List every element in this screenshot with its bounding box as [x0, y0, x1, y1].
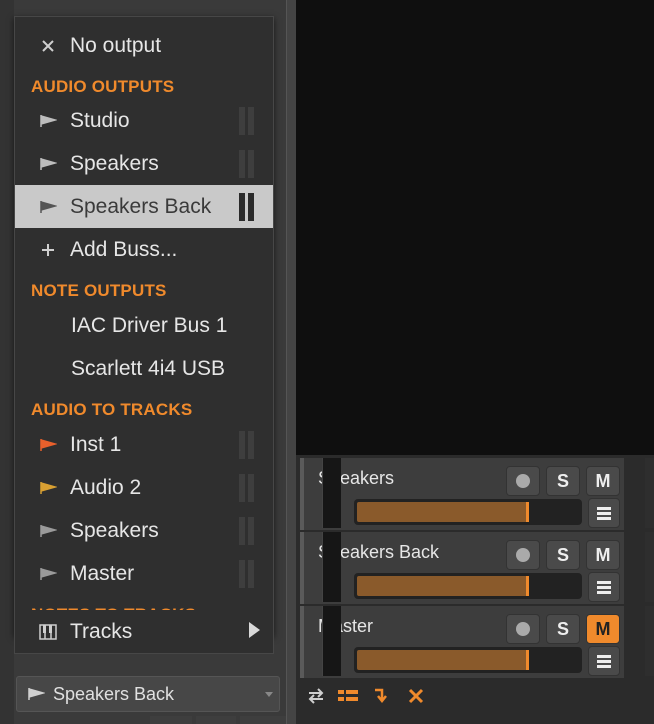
fader-knob[interactable]: [526, 502, 529, 522]
output-selector-value: Speakers Back: [53, 684, 175, 704]
menu-item-iac-driver[interactable]: IAC Driver Bus 1: [15, 304, 273, 347]
plus-icon: [37, 228, 59, 271]
mute-button[interactable]: M: [586, 614, 620, 644]
piano-icon: [37, 610, 59, 653]
clip-launcher-icon[interactable]: [336, 684, 360, 708]
track-level-meter: [322, 532, 341, 602]
solo-button[interactable]: S: [546, 466, 580, 496]
track-level-meter: [322, 458, 341, 528]
menu-item-label: No output: [70, 34, 162, 57]
mute-button[interactable]: M: [586, 540, 620, 570]
menu-item-label: Master: [70, 562, 135, 585]
solo-button[interactable]: S: [546, 614, 580, 644]
output-flag-icon: [37, 185, 59, 228]
fader-knob[interactable]: [526, 650, 529, 670]
track-speakers[interactable]: Speakers S M: [300, 458, 624, 530]
fader-fill: [357, 576, 528, 596]
volume-fader[interactable]: [354, 647, 582, 673]
left-strip: [0, 0, 14, 724]
panel-edge: [645, 606, 654, 676]
level-meter: [239, 474, 255, 502]
menu-item-label: Add Buss...: [70, 238, 178, 261]
menu-item-label: Scarlett 4i4 USB: [71, 357, 226, 380]
menu-item-tracks[interactable]: Tracks: [14, 610, 274, 654]
track-flag-icon: [37, 509, 59, 552]
menu-item-add-buss[interactable]: Add Buss...: [15, 228, 273, 271]
tab[interactable]: [150, 716, 192, 724]
fader-fill: [357, 502, 528, 522]
track-master[interactable]: Master S M: [300, 606, 624, 678]
solo-button[interactable]: S: [546, 540, 580, 570]
close-icon[interactable]: [404, 684, 428, 708]
menu-item-speakers[interactable]: Speakers: [15, 142, 273, 185]
tab[interactable]: [240, 716, 286, 724]
fader-knob[interactable]: [526, 576, 529, 596]
output-selector[interactable]: Speakers Back: [16, 676, 280, 712]
output-routing-menu: No output AUDIO OUTPUTS Studio Speakers …: [14, 16, 274, 636]
chevron-down-icon: [265, 692, 273, 697]
menu-item-label: Inst 1: [70, 433, 122, 456]
menu-item-no-output[interactable]: No output: [15, 24, 273, 67]
menu-item-scarlett[interactable]: Scarlett 4i4 USB: [15, 347, 273, 390]
menu-item-master[interactable]: Master: [15, 552, 273, 595]
menu-item-speakers-track[interactable]: Speakers: [15, 509, 273, 552]
mute-button[interactable]: M: [586, 466, 620, 496]
close-icon: [37, 24, 59, 67]
tab[interactable]: [196, 716, 236, 724]
output-flag-icon: [37, 99, 59, 142]
menu-item-label: IAC Driver Bus 1: [71, 314, 228, 337]
volume-fader[interactable]: [354, 573, 582, 599]
level-meter: [239, 560, 255, 588]
record-arm-button[interactable]: [506, 540, 540, 570]
level-meter: [239, 107, 255, 135]
panel-edge: [645, 532, 654, 602]
track-flag-icon: [37, 423, 59, 466]
menu-item-label: Tracks: [70, 620, 133, 643]
track-flag-icon: [37, 552, 59, 595]
track-menu-button[interactable]: [588, 498, 620, 528]
submenu-arrow-icon: [249, 622, 260, 638]
swap-arrows-icon[interactable]: [304, 684, 328, 708]
volume-fader[interactable]: [354, 499, 582, 525]
track-menu-button[interactable]: [588, 572, 620, 602]
output-flag-icon: [37, 142, 59, 185]
level-meter: [239, 431, 255, 459]
menu-item-label: Audio 2: [70, 476, 142, 499]
arranger-area[interactable]: [296, 0, 654, 455]
level-meter: [239, 150, 255, 178]
menu-item-inst-1[interactable]: Inst 1: [15, 423, 273, 466]
fader-fill: [357, 650, 528, 670]
output-flag-icon: [27, 687, 46, 706]
menu-item-label: Studio: [70, 109, 130, 132]
menu-item-label: Speakers Back: [70, 195, 212, 218]
track-flag-icon: [37, 466, 59, 509]
track-level-meter: [322, 606, 341, 676]
menu-item-speakers-back[interactable]: Speakers Back: [15, 185, 273, 228]
level-meter: [239, 517, 255, 545]
section-header-note-outputs: NOTE OUTPUTS: [31, 281, 167, 300]
track-menu-button[interactable]: [588, 646, 620, 676]
mixer-toolbar: [296, 680, 654, 712]
section-header-audio-outputs: AUDIO OUTPUTS: [31, 77, 175, 96]
menu-item-studio[interactable]: Studio: [15, 99, 273, 142]
panel-edge: [645, 458, 654, 528]
track-speakers-back[interactable]: Speakers Back S M: [300, 532, 624, 604]
level-meter: [239, 193, 255, 221]
routing-arrow-icon[interactable]: [370, 684, 394, 708]
record-arm-button[interactable]: [506, 466, 540, 496]
menu-item-audio-2[interactable]: Audio 2: [15, 466, 273, 509]
section-header-audio-to-tracks: AUDIO TO TRACKS: [31, 400, 193, 419]
record-arm-button[interactable]: [506, 614, 540, 644]
menu-item-label: Speakers: [70, 152, 159, 175]
menu-item-label: Speakers: [70, 519, 159, 542]
panel-divider[interactable]: [286, 0, 296, 724]
